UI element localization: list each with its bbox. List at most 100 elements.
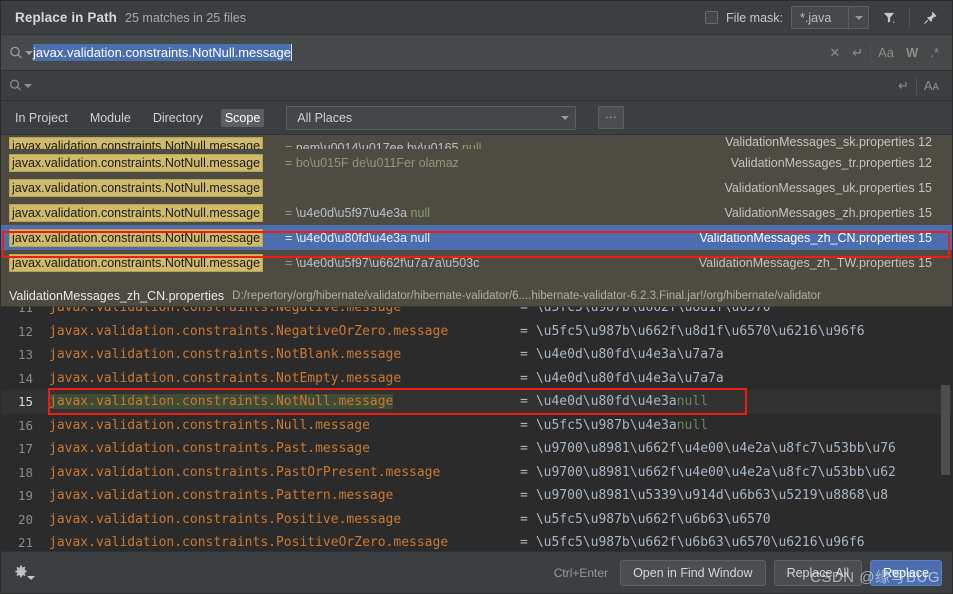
scope-link-in-project[interactable]: In Project bbox=[11, 109, 72, 127]
code-line[interactable]: 11 javax.validation.constraints.Negative… bbox=[1, 307, 952, 320]
code-line[interactable]: 12 javax.validation.constraints.Negative… bbox=[1, 320, 952, 344]
code-key: javax.validation.constraints.PositiveOrZ… bbox=[49, 535, 449, 551]
replace-all-button[interactable]: Replace All bbox=[773, 559, 863, 586]
search-icon[interactable] bbox=[7, 45, 33, 61]
code-lines: 11 javax.validation.constraints.Negative… bbox=[1, 307, 952, 551]
file-mask-value[interactable]: *.java bbox=[792, 7, 848, 28]
file-mask-label: File mask: bbox=[726, 10, 783, 25]
search-input-value[interactable]: javax.validation.constraints.NotNull.mes… bbox=[33, 44, 292, 61]
table-row[interactable]: javax.validation.constraints.NotNull.mes… bbox=[1, 250, 952, 275]
scope-link-scope[interactable]: Scope bbox=[220, 108, 265, 127]
result-value: = \u4e0d\u80fd\u4e3a null bbox=[285, 230, 431, 245]
replace-in-path-dialog: Replace in Path 25 matches in 25 files F… bbox=[0, 0, 953, 594]
result-key: javax.validation.constraints.NotNull.mes… bbox=[9, 153, 264, 172]
search-input[interactable]: javax.validation.constraints.NotNull.mes… bbox=[33, 42, 818, 63]
code-value: = \u9700\u8981\u5339\u914d\u6b63\u5219\u8… bbox=[520, 488, 889, 504]
result-key: javax.validation.constraints.NotNull.mes… bbox=[9, 253, 264, 272]
search-options: ✕ ↵ Aa W .* bbox=[824, 43, 944, 62]
replace-search-icon[interactable] bbox=[7, 78, 33, 93]
code-line[interactable]: 19 javax.validation.constraints.Pattern.… bbox=[1, 484, 952, 508]
code-key: javax.validation.constraints.PastOrPrese… bbox=[49, 464, 441, 480]
code-value: = \u9700\u8981\u662f\u4e00\u4e2a\u8fc7\u5… bbox=[520, 441, 896, 457]
result-value: = nem\u0014\u017ee by\u0165 null bbox=[285, 141, 482, 149]
line-number: 13 bbox=[17, 347, 33, 363]
line-number: 14 bbox=[17, 370, 33, 386]
scope-link-module[interactable]: Module bbox=[86, 109, 135, 127]
code-line[interactable]: 20 javax.validation.constraints.Positive… bbox=[1, 508, 952, 532]
toolbar-divider bbox=[909, 8, 910, 27]
line-number: 18 bbox=[17, 464, 33, 480]
table-row[interactable]: javax.validation.constraints.NotNull.mes… bbox=[1, 200, 952, 225]
code-key: javax.validation.constraints.Past.messag… bbox=[49, 441, 370, 457]
table-row-selected[interactable]: javax.validation.constraints.NotNull.mes… bbox=[1, 225, 952, 250]
file-mask-combo[interactable]: *.java bbox=[791, 6, 869, 29]
line-number: 11 bbox=[17, 307, 33, 316]
gear-icon[interactable] bbox=[13, 561, 37, 585]
result-value: = \u4e0d\u5f97\u4e3a null bbox=[285, 205, 431, 220]
line-number: 17 bbox=[17, 441, 33, 457]
code-key: javax.validation.constraints.Pattern.mes… bbox=[49, 488, 394, 504]
code-key: javax.validation.constraints.NotNull.mes… bbox=[49, 394, 394, 410]
table-row[interactable]: javax.validation.constraints.NotNull.mes… bbox=[1, 135, 952, 149]
results-list[interactable]: javax.validation.constraints.NotNull.mes… bbox=[1, 135, 952, 285]
replace-input[interactable] bbox=[33, 84, 893, 88]
preserve-case-toggle[interactable]: Aᴀ bbox=[919, 78, 944, 93]
preview-file-header: ValidationMessages_zh_CN.properties D:/r… bbox=[1, 285, 952, 307]
table-row[interactable]: javax.validation.constraints.NotNull.mes… bbox=[1, 150, 952, 175]
code-key: javax.validation.constraints.NegativeOrZ… bbox=[49, 323, 449, 339]
result-key: javax.validation.constraints.NotNull.mes… bbox=[9, 137, 264, 149]
return-icon[interactable]: ↵ bbox=[847, 45, 868, 61]
code-line[interactable]: 17 javax.validation.constraints.Past.mes… bbox=[1, 437, 952, 461]
dialog-titlebar: Replace in Path 25 matches in 25 files F… bbox=[1, 1, 952, 35]
open-in-find-window-button[interactable]: Open in Find Window bbox=[620, 559, 766, 586]
code-value: = \u5fc5\u987b\u662f\u8d1f\u6570 bbox=[520, 307, 771, 316]
file-mask-checkbox[interactable] bbox=[705, 11, 719, 24]
chevron-down-icon[interactable] bbox=[848, 7, 868, 28]
words-toggle[interactable]: W bbox=[901, 45, 923, 60]
code-preview[interactable]: 11 javax.validation.constraints.Negative… bbox=[1, 307, 952, 551]
scope-link-directory[interactable]: Directory bbox=[149, 109, 207, 127]
code-key: javax.validation.constraints.Null.messag… bbox=[49, 417, 370, 433]
places-combo[interactable]: All Places bbox=[286, 105, 577, 130]
filter-icon[interactable] bbox=[877, 6, 901, 30]
search-field-row[interactable]: javax.validation.constraints.NotNull.mes… bbox=[1, 35, 952, 71]
replace-field-row[interactable]: ↵ Aᴀ bbox=[1, 71, 952, 101]
code-line[interactable]: 18 javax.validation.constraints.PastOrPr… bbox=[1, 461, 952, 485]
code-line[interactable]: 16 javax.validation.constraints.Null.mes… bbox=[1, 414, 952, 438]
table-row[interactable]: javax.validation.constraints.NotNull.mes… bbox=[1, 175, 952, 200]
code-value: = \u5fc5\u987b\u662f\u6b63\u6570\u6216\u9… bbox=[520, 535, 865, 551]
regex-toggle[interactable]: .* bbox=[925, 45, 944, 60]
code-value: = \u4e0d\u80fd\u4e3anull bbox=[520, 394, 709, 410]
dialog-footer: Ctrl+Enter Open in Find Window Replace A… bbox=[1, 551, 952, 593]
preserve-case-return-icon[interactable]: ↵ bbox=[893, 78, 914, 94]
more-options-button[interactable]: ... bbox=[598, 106, 625, 129]
code-line[interactable]: 14 javax.validation.constraints.NotEmpty… bbox=[1, 367, 952, 391]
line-number: 21 bbox=[17, 535, 33, 551]
result-key: javax.validation.constraints.NotNull.mes… bbox=[9, 228, 264, 247]
result-file: ValidationMessages_zh_CN.properties 15 bbox=[699, 230, 932, 245]
replace-options: ↵ Aᴀ bbox=[893, 76, 944, 95]
match-case-toggle[interactable]: Aa bbox=[873, 45, 899, 60]
line-number: 19 bbox=[17, 488, 33, 504]
code-line-match[interactable]: 15 javax.validation.constraints.NotNull.… bbox=[1, 390, 952, 414]
replace-options-divider bbox=[915, 76, 917, 95]
chevron-down-icon[interactable] bbox=[561, 115, 570, 120]
places-value: All Places bbox=[297, 110, 353, 125]
replace-button[interactable]: Replace bbox=[870, 559, 942, 586]
result-file: ValidationMessages_zh.properties 15 bbox=[724, 205, 932, 220]
result-file: ValidationMessages_uk.properties 15 bbox=[724, 180, 932, 195]
code-key: javax.validation.constraints.Positive.me… bbox=[49, 511, 402, 527]
preview-file-path: D:/repertory/org/hibernate/validator/hib… bbox=[232, 289, 821, 302]
code-scrollbar[interactable] bbox=[941, 385, 950, 475]
code-line[interactable]: 21 javax.validation.constraints.Positive… bbox=[1, 531, 952, 551]
line-number: 20 bbox=[17, 511, 33, 527]
result-value: = bo\u015F de\u011Fer olamaz bbox=[285, 155, 459, 170]
scope-bar: In Project Module Directory Scope All Pl… bbox=[1, 101, 952, 135]
shortcut-hint: Ctrl+Enter bbox=[553, 565, 609, 580]
code-line[interactable]: 13 javax.validation.constraints.NotBlank… bbox=[1, 343, 952, 367]
pin-icon[interactable] bbox=[918, 6, 942, 30]
line-number: 16 bbox=[17, 417, 33, 433]
code-key: javax.validation.constraints.NotEmpty.me… bbox=[49, 370, 402, 386]
code-value: = \u5fc5\u987b\u662f\u6b63\u6570 bbox=[520, 511, 771, 527]
close-icon[interactable]: ✕ bbox=[824, 45, 845, 61]
